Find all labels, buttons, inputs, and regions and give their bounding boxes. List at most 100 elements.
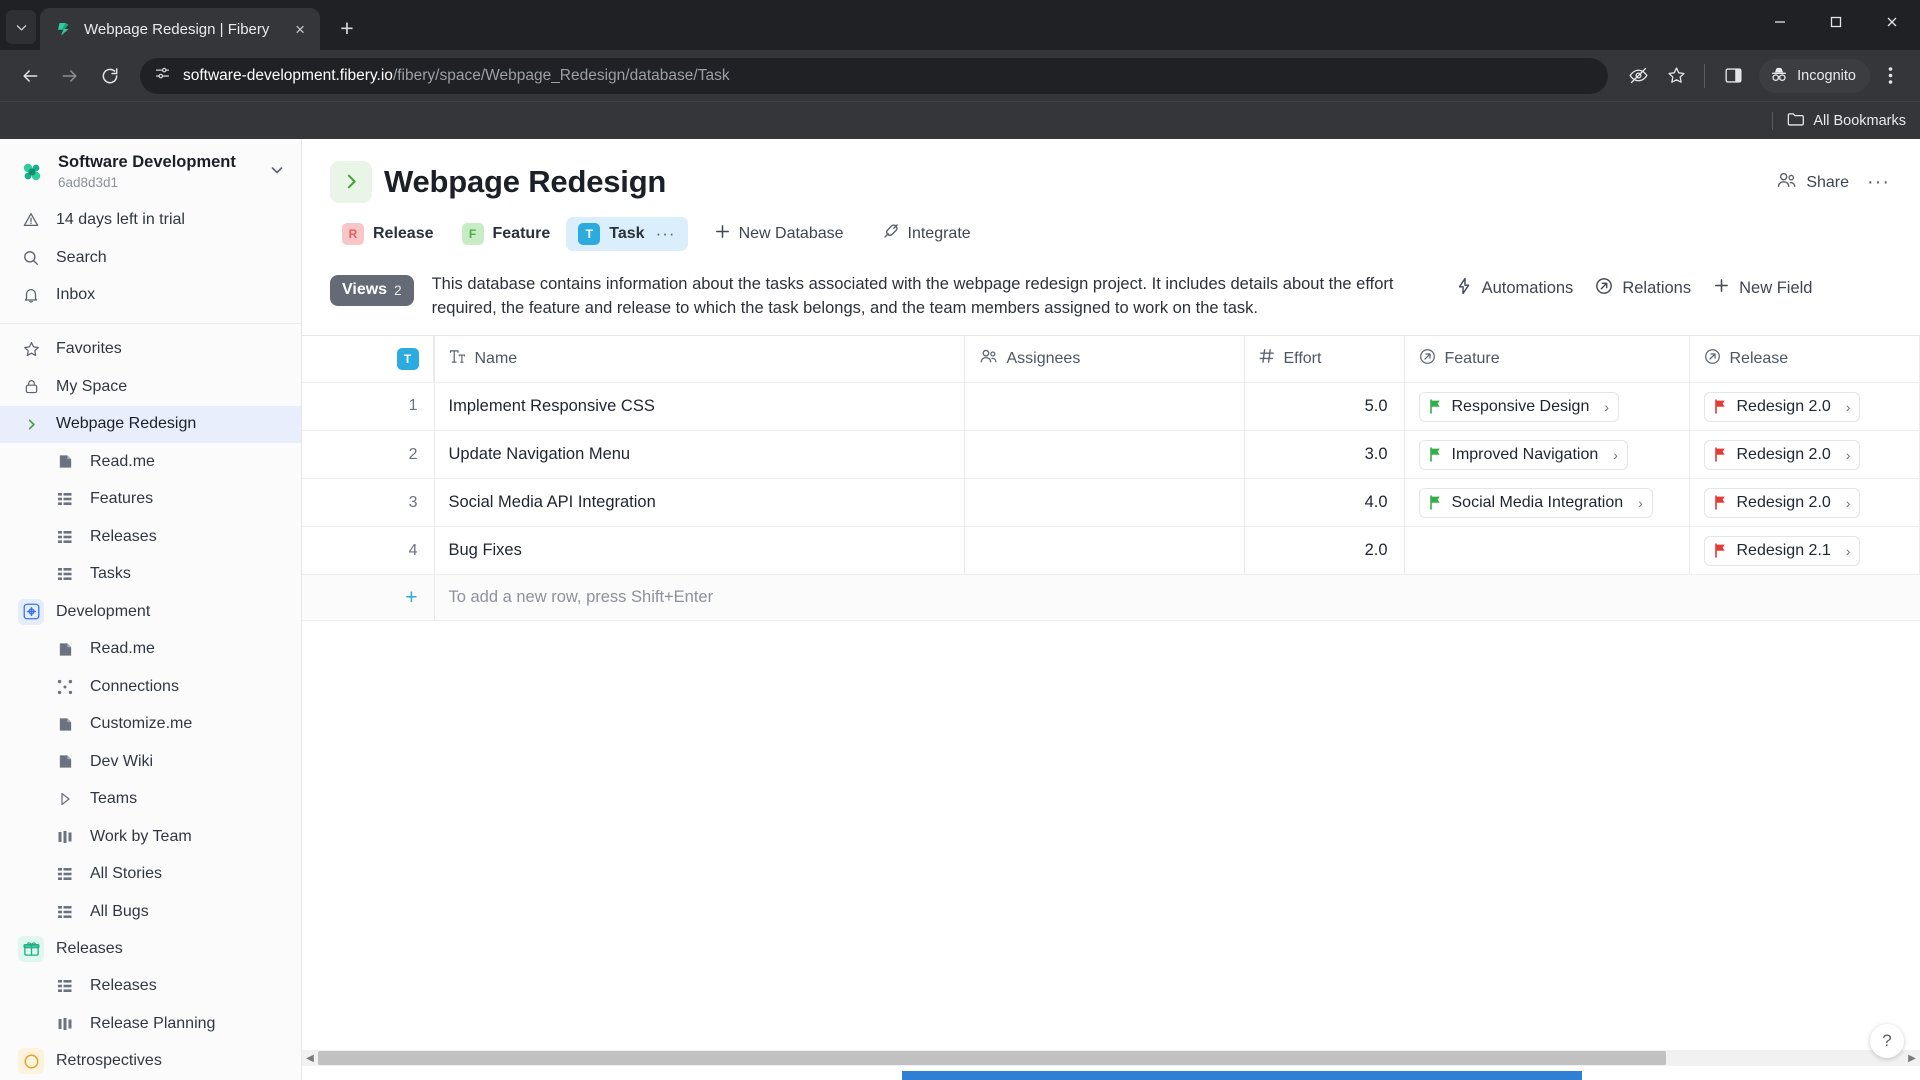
feature-chip[interactable]: Social Media Integration › [1419,488,1653,518]
sidebar-item-releases-2[interactable]: Releases [0,968,301,1005]
cell-assignees[interactable] [964,527,1244,575]
sidebar-item-favorites[interactable]: Favorites [0,331,301,368]
sidebar-item-trial[interactable]: 14 days left in trial [0,201,301,238]
cell-effort[interactable]: 4.0 [1244,479,1404,527]
sidebar-item-connections[interactable]: Connections [0,668,301,705]
cell-feature[interactable]: Responsive Design › [1404,383,1689,431]
sidebar-item-inbox[interactable]: Inbox [0,276,301,313]
kebab-menu-icon[interactable] [1872,58,1908,94]
chevron-right-icon[interactable]: › [1841,447,1856,463]
scrollbar-track[interactable] [318,1050,1904,1066]
integrate-button[interactable]: Integrate [870,217,983,251]
new-database-button[interactable]: New Database [702,217,856,251]
sidebar-item-readme-2[interactable]: Read.me [0,631,301,668]
sidebar-item-all-bugs[interactable]: All Bugs [0,893,301,930]
scrollbar-thumb[interactable] [318,1051,1666,1065]
column-header-assignees[interactable]: Assignees [964,336,1244,383]
side-panel-icon[interactable] [1715,58,1751,94]
table-row[interactable]: 3 Social Media API Integration 4.0 Socia… [302,479,1920,527]
cell-name[interactable]: Social Media API Integration [434,479,964,527]
cell-assignees[interactable] [964,479,1244,527]
address-bar[interactable]: software-development.fibery.io/fibery/sp… [140,58,1608,94]
reload-icon[interactable] [92,58,128,94]
close-icon[interactable]: × [290,18,310,41]
sidebar-item-customize-me[interactable]: Customize.me [0,705,301,742]
sidebar-item-readme-1[interactable]: Read.me [0,443,301,480]
sidebar-item-webpage-redesign[interactable]: Webpage Redesign [0,406,301,443]
close-window-icon[interactable] [1864,0,1920,44]
column-header-type[interactable]: T [302,336,434,383]
cell-release[interactable]: Redesign 2.1 › [1689,527,1919,575]
workspace-header[interactable]: Software Development 6ad8d3d1 [0,139,301,202]
sidebar-item-retrospectives[interactable]: Retrospectives [0,1043,301,1080]
tab-task[interactable]: T Task ··· [566,217,687,251]
add-row[interactable]: + To add a new row, press Shift+Enter [302,575,1920,621]
feature-chip[interactable]: Responsive Design › [1419,392,1620,422]
scroll-left-arrow-icon[interactable]: ◀ [302,1053,318,1064]
cell-feature[interactable] [1404,527,1689,575]
browser-tab[interactable]: Webpage Redesign | Fibery × [40,8,320,50]
scroll-right-arrow-icon[interactable]: ▶ [1904,1053,1920,1064]
sidebar-item-development[interactable]: Development [0,593,301,630]
page-more-button[interactable]: ··· [1867,171,1890,194]
new-tab-button[interactable]: + [330,11,364,45]
cell-effort[interactable]: 3.0 [1244,431,1404,479]
sidebar-item-search[interactable]: Search [0,239,301,276]
tab-more-icon[interactable]: ··· [656,224,676,244]
release-chip[interactable]: Redesign 2.0 › [1704,440,1861,470]
sidebar-item-features[interactable]: Features [0,481,301,518]
tab-search-chevron-icon[interactable] [6,10,36,44]
chevron-right-icon[interactable]: › [1599,399,1614,415]
chevron-right-icon[interactable]: › [1841,543,1856,559]
column-header-name[interactable]: Name [434,336,964,383]
sidebar-item-release-planning[interactable]: Release Planning [0,1005,301,1042]
sidebar-item-all-stories[interactable]: All Stories [0,855,301,892]
table-row[interactable]: 4 Bug Fixes 2.0 Redesign 2.1 [302,527,1920,575]
release-chip[interactable]: Redesign 2.0 › [1704,488,1861,518]
sidebar-item-my-space[interactable]: My Space [0,368,301,405]
tab-feature[interactable]: F Feature [450,217,563,251]
cell-name[interactable]: Bug Fixes [434,527,964,575]
column-header-effort[interactable]: Effort [1244,336,1404,383]
site-settings-icon[interactable] [154,65,171,87]
star-icon[interactable] [1658,58,1694,94]
add-row-plus-icon[interactable]: + [302,575,434,621]
chevron-down-icon[interactable] [267,162,287,183]
feature-chip[interactable]: Improved Navigation › [1419,440,1628,470]
relations-button[interactable]: Relations [1595,277,1691,300]
tab-release[interactable]: R Release [330,217,446,251]
table-row[interactable]: 1 Implement Responsive CSS 5.0 Responsiv… [302,383,1920,431]
sidebar-item-dev-wiki[interactable]: Dev Wiki [0,743,301,780]
column-header-release[interactable]: Release [1689,336,1919,383]
chevron-right-icon[interactable]: › [1633,495,1648,511]
cell-effort[interactable]: 2.0 [1244,527,1404,575]
cell-name[interactable]: Implement Responsive CSS [434,383,964,431]
release-chip[interactable]: Redesign 2.0 › [1704,392,1861,422]
cell-name[interactable]: Update Navigation Menu [434,431,964,479]
cell-effort[interactable]: 5.0 [1244,383,1404,431]
table-row[interactable]: 2 Update Navigation Menu 3.0 Improved Na… [302,431,1920,479]
chevron-right-icon[interactable]: › [1608,447,1623,463]
column-header-feature[interactable]: Feature [1404,336,1689,383]
forward-arrow-icon[interactable] [52,58,88,94]
sidebar-item-work-by-team[interactable]: Work by Team [0,818,301,855]
chevron-right-icon[interactable] [18,411,44,437]
share-button[interactable]: Share [1776,171,1849,195]
help-button[interactable]: ? [1870,1024,1904,1058]
maximize-icon[interactable] [1808,0,1864,44]
release-chip[interactable]: Redesign 2.1 › [1704,536,1861,566]
horizontal-scrollbar[interactable]: ◀ ▶ [302,1050,1920,1066]
sidebar-item-teams[interactable]: Teams [0,780,301,817]
minimize-icon[interactable] [1752,0,1808,44]
sidebar-item-tasks[interactable]: Tasks [0,556,301,593]
cell-release[interactable]: Redesign 2.0 › [1689,383,1919,431]
cell-assignees[interactable] [964,431,1244,479]
back-arrow-icon[interactable] [12,58,48,94]
all-bookmarks-button[interactable]: All Bookmarks [1787,111,1906,131]
incognito-profile-button[interactable]: Incognito [1759,59,1870,93]
cell-assignees[interactable] [964,383,1244,431]
views-button[interactable]: Views 2 [330,275,414,306]
sidebar-item-releases-space[interactable]: Releases [0,930,301,967]
eye-off-icon[interactable] [1620,58,1656,94]
cell-feature[interactable]: Social Media Integration › [1404,479,1689,527]
